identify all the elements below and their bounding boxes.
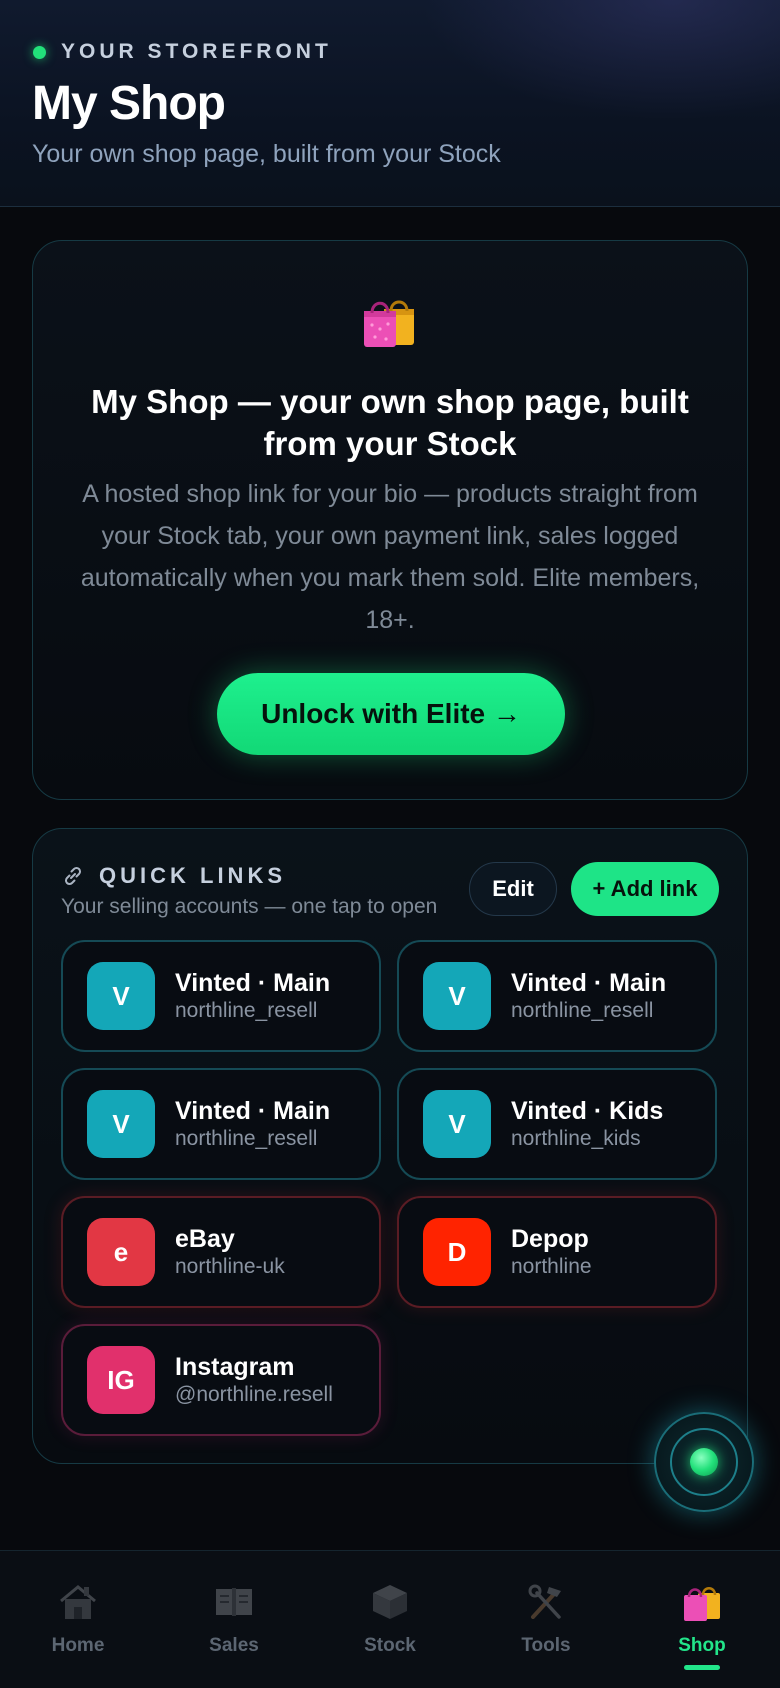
assistant-orb-button[interactable] <box>654 1412 754 1512</box>
link-handle: northline-uk <box>175 1255 285 1278</box>
link-name: Vinted · Kids <box>511 1097 664 1125</box>
link-handle: northline_kids <box>511 1127 641 1150</box>
quick-links-subtitle: Your selling accounts — one tap to open <box>61 895 438 918</box>
instagram-badge: IG <box>87 1346 155 1414</box>
vinted-badge: V <box>87 962 155 1030</box>
quick-link-tile[interactable]: V Vinted · Kids northline_kids <box>397 1068 717 1180</box>
nav-label: Sales <box>209 1635 259 1656</box>
shopping-bags-icon <box>33 289 747 353</box>
link-name: Vinted · Main <box>175 969 331 997</box>
page-header: YOUR STOREFRONT My Shop Your own shop pa… <box>0 0 780 207</box>
quick-link-tile[interactable]: D Depop northline <box>397 1196 717 1308</box>
nav-item-tools[interactable]: Tools <box>468 1551 624 1688</box>
promo-title: My Shop — your own shop page, built from… <box>91 383 689 462</box>
unlock-elite-button[interactable]: Unlock with Elite → <box>217 673 565 755</box>
page-subtitle: Your own shop page, built from your Stoc… <box>32 140 501 168</box>
nav-item-sales[interactable]: Sales <box>156 1551 312 1688</box>
house-icon <box>60 1585 96 1619</box>
quick-link-tile[interactable]: V Vinted · Main northline_resell <box>61 1068 381 1180</box>
bottom-nav: Home Sales Stock Tools Shop <box>0 1550 780 1688</box>
active-tab-indicator <box>684 1665 720 1670</box>
vinted-badge: V <box>423 1090 491 1158</box>
depop-badge: D <box>423 1218 491 1286</box>
quick-link-tile[interactable]: IG Instagram @northline.resell <box>61 1324 381 1436</box>
edit-links-button[interactable]: Edit <box>469 862 557 916</box>
nav-label: Stock <box>364 1635 416 1656</box>
nav-label: Home <box>51 1635 105 1656</box>
page-title: My Shop <box>32 77 226 130</box>
quick-links-title: QUICK LINKS <box>99 863 286 888</box>
shopping-bags-icon <box>684 1587 720 1621</box>
promo-description: A hosted shop link for your bio — produc… <box>80 480 700 634</box>
link-handle: northline_resell <box>511 999 654 1022</box>
nav-item-stock[interactable]: Stock <box>312 1551 468 1688</box>
eyebrow-label: YOUR STOREFRONT <box>61 40 332 63</box>
add-link-button[interactable]: + Add link <box>571 862 719 916</box>
vinted-badge: V <box>423 962 491 1030</box>
quick-link-tile[interactable]: V Vinted · Main northline_resell <box>61 940 381 1052</box>
link-name: eBay <box>175 1225 235 1253</box>
link-handle: @northline.resell <box>175 1383 333 1406</box>
vinted-badge: V <box>87 1090 155 1158</box>
package-icon <box>373 1585 407 1619</box>
eyebrow: YOUR STOREFRONT <box>33 40 332 64</box>
quick-link-tile[interactable]: V Vinted · Main northline_resell <box>397 940 717 1052</box>
ledger-icon <box>216 1588 252 1616</box>
quick-links-header: QUICK LINKS <box>61 863 286 889</box>
nav-label: Shop <box>678 1635 726 1656</box>
link-handle: northline_resell <box>175 1127 318 1150</box>
nav-item-shop[interactable]: Shop <box>624 1551 780 1688</box>
quick-links-section: QUICK LINKS Your selling accounts — one … <box>32 828 748 1464</box>
link-name: Vinted · Main <box>511 969 667 997</box>
link-icon <box>64 866 82 886</box>
quick-link-tile[interactable]: e eBay northline-uk <box>61 1196 381 1308</box>
status-dot <box>33 45 46 59</box>
orb-core <box>690 1448 718 1476</box>
link-handle: northline <box>511 1255 592 1278</box>
link-name: Instagram <box>175 1353 295 1381</box>
link-name: Vinted · Main <box>175 1097 331 1125</box>
link-handle: northline_resell <box>175 999 318 1022</box>
elite-promo-card: My Shop — your own shop page, built from… <box>32 240 748 800</box>
nav-label: Tools <box>521 1635 571 1656</box>
ebay-badge: e <box>87 1218 155 1286</box>
nav-item-home[interactable]: Home <box>0 1551 156 1688</box>
tools-icon <box>528 1584 561 1619</box>
link-name: Depop <box>511 1225 589 1253</box>
